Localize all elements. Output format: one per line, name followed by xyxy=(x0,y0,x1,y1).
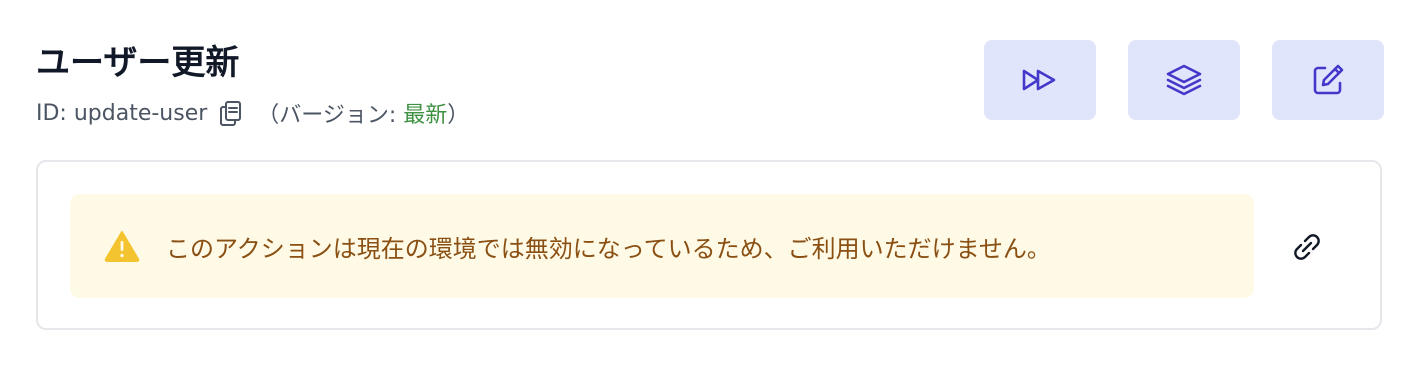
copy-id-button[interactable] xyxy=(217,99,245,127)
copy-link-button[interactable] xyxy=(1288,230,1326,264)
version-info: （バージョン: 最新） xyxy=(257,97,469,129)
fast-forward-icon xyxy=(1022,69,1056,91)
alert-message: このアクションは現在の環境では無効になっているため、ご利用いただけません。 xyxy=(166,234,1051,263)
layers-stack-icon xyxy=(1166,64,1202,96)
warning-triangle-icon xyxy=(104,231,140,262)
version-prefix: （バージョン: xyxy=(257,103,404,128)
action-card: このアクションは現在の環境では無効になっているため、ご利用いただけません。 xyxy=(36,160,1382,330)
subtitle: ID: update-user （バージョン: 最新） xyxy=(36,96,469,130)
page-title: ユーザー更新 xyxy=(36,43,240,83)
version-latest-badge: 最新 xyxy=(403,103,448,128)
action-id-label: ID: update-user xyxy=(36,100,208,126)
clipboard-copy-icon xyxy=(220,101,242,126)
pencil-square-icon xyxy=(1313,64,1344,95)
disabled-alert: このアクションは現在の環境では無効になっているため、ご利用いただけません。 xyxy=(70,194,1254,298)
versions-button[interactable] xyxy=(1128,40,1240,120)
run-button[interactable] xyxy=(984,40,1096,120)
version-suffix: ） xyxy=(447,103,470,128)
warning-icon-wrap xyxy=(104,229,140,263)
chain-link-icon xyxy=(1294,234,1320,260)
edit-button[interactable] xyxy=(1272,40,1384,120)
